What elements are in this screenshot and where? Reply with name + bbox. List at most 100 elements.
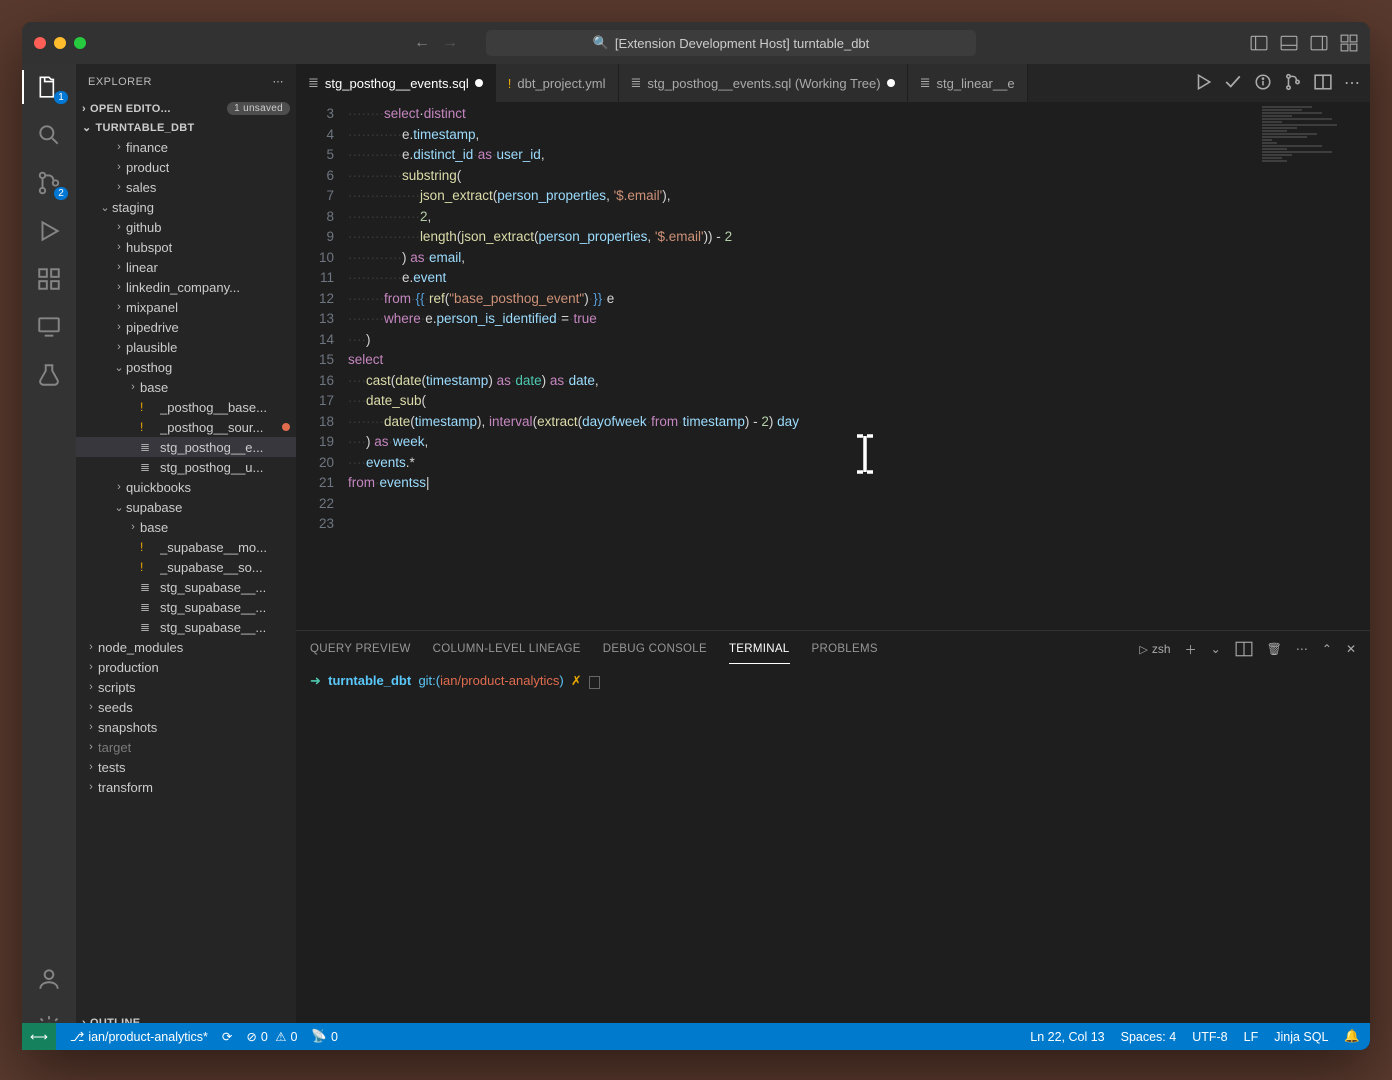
extensions-icon[interactable] <box>36 266 62 292</box>
testing-icon[interactable] <box>36 362 62 388</box>
command-center[interactable]: 🔍 [Extension Development Host] turntable… <box>486 30 976 56</box>
notifications-icon[interactable]: 🔔 <box>1344 1029 1360 1044</box>
terminal-launch-profile[interactable]: ▷zsh <box>1139 642 1170 656</box>
folder-item[interactable]: ›finance <box>76 137 296 157</box>
editor-tab[interactable]: ≣stg_linear__e <box>908 64 1028 102</box>
cursor-position[interactable]: Ln 22, Col 13 <box>1030 1030 1104 1044</box>
editor-tab[interactable]: ≣stg_posthog__events.sql <box>296 64 496 102</box>
language-status[interactable]: Jinja SQL <box>1274 1030 1328 1044</box>
terminal[interactable]: ➜ turntable_dbt git:(ian/product-analyti… <box>296 667 1370 1050</box>
nav-forward-icon[interactable]: → <box>442 34 458 52</box>
dirty-indicator <box>475 79 483 87</box>
folder-item[interactable]: ›sales <box>76 177 296 197</box>
editor[interactable]: 34567891011121314151617181920212223 ····… <box>296 102 1370 630</box>
sync-status[interactable]: ⟳ <box>222 1029 232 1044</box>
panel-tab[interactable]: COLUMN-LEVEL LINEAGE <box>433 635 581 663</box>
window-title: [Extension Development Host] turntable_d… <box>615 36 869 51</box>
folder-item[interactable]: ⌄posthog <box>76 357 296 377</box>
folder-item[interactable]: ›seeds <box>76 697 296 717</box>
folder-item[interactable]: ›target <box>76 737 296 757</box>
branch-icon[interactable] <box>1284 73 1302 91</box>
eol-status[interactable]: LF <box>1244 1030 1259 1044</box>
editor-tab[interactable]: !dbt_project.yml <box>496 64 619 102</box>
kill-terminal-icon[interactable]: 🗑 <box>1267 642 1282 656</box>
folder-item[interactable]: ›node_modules <box>76 637 296 657</box>
indentation-status[interactable]: Spaces: 4 <box>1121 1030 1177 1044</box>
source-control-icon[interactable]: 2 <box>36 170 62 196</box>
customize-layout-icon[interactable] <box>1340 34 1358 52</box>
minimap[interactable] <box>1262 106 1362 216</box>
file-item[interactable]: ≣stg_supabase__... <box>76 597 296 617</box>
sidebar: EXPLORER ⋯ ›OPEN EDITO... 1 unsaved ⌄TUR… <box>76 64 296 1050</box>
folder-item[interactable]: ›linkedin_company... <box>76 277 296 297</box>
file-item[interactable]: !_supabase__so... <box>76 557 296 577</box>
open-editors-header[interactable]: ›OPEN EDITO... 1 unsaved <box>76 99 296 118</box>
panel-tab[interactable]: TERMINAL <box>729 635 790 664</box>
file-item[interactable]: !_supabase__mo... <box>76 537 296 557</box>
remote-indicator[interactable]: ⟷ <box>22 1023 56 1050</box>
panel-tab[interactable]: DEBUG CONSOLE <box>603 635 707 663</box>
folder-item[interactable]: ›base <box>76 517 296 537</box>
layout-sidebar-left-icon[interactable] <box>1250 34 1268 52</box>
folder-item[interactable]: ›hubspot <box>76 237 296 257</box>
maximize-window-button[interactable] <box>74 37 86 49</box>
editor-tab[interactable]: ≣stg_posthog__events.sql (Working Tree) <box>619 64 908 102</box>
file-item[interactable]: ≣stg_supabase__... <box>76 617 296 637</box>
folder-item[interactable]: ›github <box>76 217 296 237</box>
ports-status[interactable]: 📡 0 <box>311 1029 338 1044</box>
maximize-panel-icon[interactable]: ⌃ <box>1322 642 1332 656</box>
folder-item[interactable]: ›scripts <box>76 677 296 697</box>
folder-item[interactable]: ›base <box>76 377 296 397</box>
nav-back-icon[interactable]: ← <box>414 34 430 52</box>
folder-item[interactable]: ›pipedrive <box>76 317 296 337</box>
search-activity-icon[interactable] <box>36 122 62 148</box>
new-terminal-icon[interactable]: ＋ <box>1185 641 1197 658</box>
file-type-icon: ≣ <box>140 600 156 614</box>
terminal-dropdown-icon[interactable]: ⌄ <box>1211 642 1221 656</box>
split-editor-icon[interactable] <box>1314 73 1332 91</box>
tab-more-icon[interactable]: ⋯ <box>1344 73 1360 93</box>
sidebar-title: EXPLORER <box>88 76 152 88</box>
panel-more-icon[interactable]: ⋯ <box>1296 642 1308 656</box>
branch-status[interactable]: ⎇ ian/product-analytics* <box>70 1029 208 1044</box>
account-icon[interactable] <box>36 966 62 992</box>
folder-header[interactable]: ⌄TURNTABLE_DBT <box>76 118 296 137</box>
folder-item[interactable]: ›snapshots <box>76 717 296 737</box>
file-item[interactable]: !_posthog__sour... <box>76 417 296 437</box>
folder-item[interactable]: ›plausible <box>76 337 296 357</box>
file-item[interactable]: !_posthog__base... <box>76 397 296 417</box>
folder-item[interactable]: ›product <box>76 157 296 177</box>
folder-item[interactable]: ›linear <box>76 257 296 277</box>
close-panel-icon[interactable]: ✕ <box>1346 642 1356 656</box>
folder-item[interactable]: ›transform <box>76 777 296 797</box>
bottom-panel: QUERY PREVIEW COLUMN-LEVEL LINEAGE DEBUG C… <box>296 630 1370 1050</box>
minimize-window-button[interactable] <box>54 37 66 49</box>
folder-item[interactable]: ›mixpanel <box>76 297 296 317</box>
folder-item[interactable]: ⌄staging <box>76 197 296 217</box>
file-type-icon: ≣ <box>140 460 156 474</box>
sidebar-more-icon[interactable]: ⋯ <box>273 75 285 88</box>
explorer-icon[interactable]: 1 <box>36 74 62 100</box>
file-item[interactable]: ≣stg_posthog__e... <box>76 437 296 457</box>
info-icon[interactable] <box>1254 73 1272 91</box>
file-type-icon: ! <box>140 400 156 414</box>
folder-item[interactable]: ›quickbooks <box>76 477 296 497</box>
check-icon[interactable] <box>1224 73 1242 91</box>
layout-sidebar-right-icon[interactable] <box>1310 34 1328 52</box>
layout-panel-icon[interactable] <box>1280 34 1298 52</box>
split-terminal-icon[interactable] <box>1235 640 1253 658</box>
close-window-button[interactable] <box>34 37 46 49</box>
file-item[interactable]: ≣stg_posthog__u... <box>76 457 296 477</box>
folder-item[interactable]: ⌄supabase <box>76 497 296 517</box>
panel-tab[interactable]: QUERY PREVIEW <box>310 635 411 663</box>
code-content[interactable]: ········select·distinct············e.tim… <box>348 102 1370 630</box>
file-item[interactable]: ≣stg_supabase__... <box>76 577 296 597</box>
run-icon[interactable] <box>1194 73 1212 91</box>
panel-tab[interactable]: PROBLEMS <box>812 635 878 663</box>
remote-explorer-icon[interactable] <box>36 314 62 340</box>
folder-item[interactable]: ›tests <box>76 757 296 777</box>
folder-item[interactable]: ›production <box>76 657 296 677</box>
encoding-status[interactable]: UTF-8 <box>1192 1030 1227 1044</box>
run-debug-icon[interactable] <box>36 218 62 244</box>
problems-status[interactable]: ⊘ 0 ⚠ 0 <box>246 1029 297 1044</box>
